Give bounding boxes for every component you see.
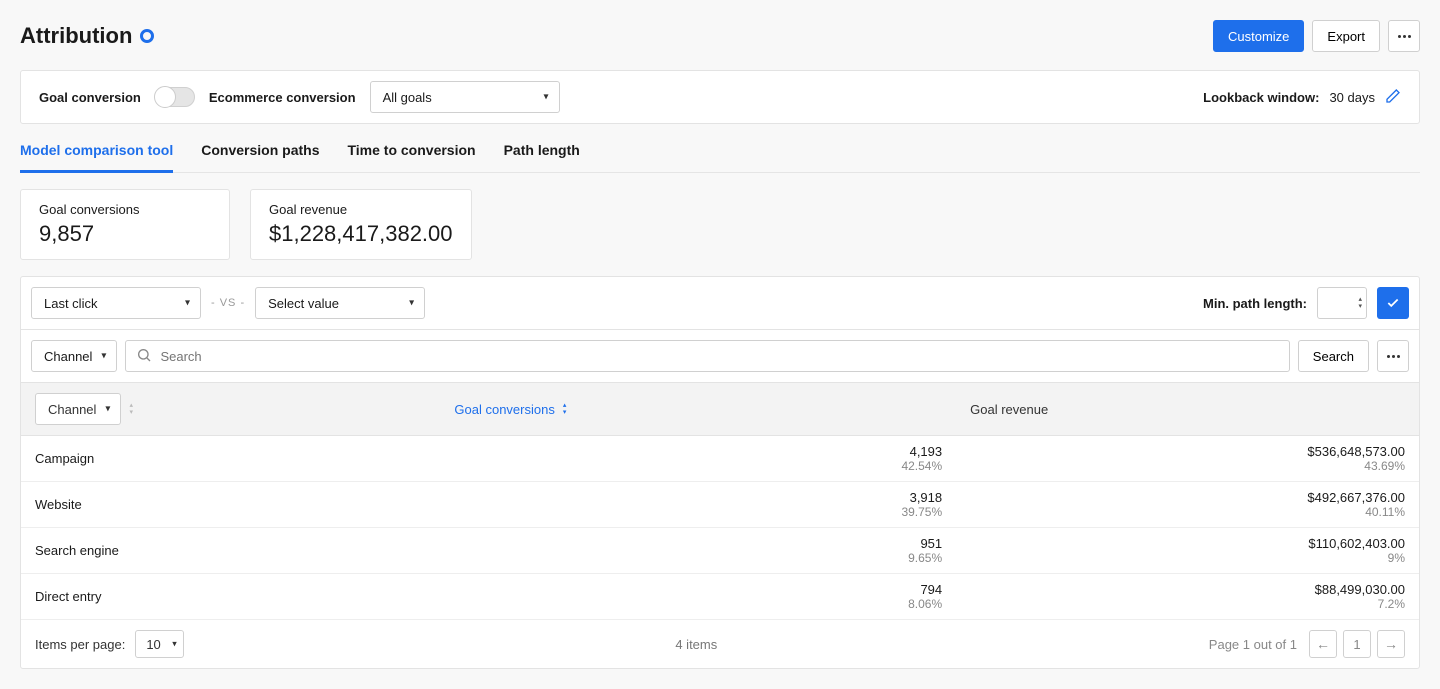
vs-separator: - VS - <box>211 297 245 309</box>
search-button[interactable]: Search <box>1298 340 1369 372</box>
cell-channel: Campaign <box>21 436 440 482</box>
kpi-label: Goal conversions <box>39 202 211 217</box>
sort-icon: ▴▾ <box>129 402 133 416</box>
beta-badge-icon <box>140 29 154 43</box>
more-options-button[interactable] <box>1388 20 1420 52</box>
cell-revenue: $492,667,376.0040.11% <box>956 482 1419 528</box>
tab-path-length[interactable]: Path length <box>504 142 580 172</box>
per-page-label: Items per page: <box>35 637 125 652</box>
model-b-value: Select value <box>268 296 339 311</box>
cell-revenue: $88,499,030.007.2% <box>956 574 1419 620</box>
col-label: Goal conversions <box>454 402 554 417</box>
cell-conversions: 4,19342.54% <box>440 436 956 482</box>
more-icon <box>1387 355 1400 358</box>
toggle-knob-icon <box>154 86 176 108</box>
goals-select[interactable]: All goals ▾ <box>370 81 560 113</box>
prev-page-button[interactable]: ← <box>1309 630 1337 658</box>
kpi-label: Goal revenue <box>269 202 453 217</box>
ecommerce-conversion-label: Ecommerce conversion <box>209 90 356 105</box>
page-header: Attribution Customize Export <box>20 20 1420 52</box>
kpi-value: $1,228,417,382.00 <box>269 221 453 247</box>
table-row: Website3,91839.75%$492,667,376.0040.11% <box>21 482 1419 528</box>
col-channel[interactable]: Channel ▾ ▴▾ <box>21 383 440 436</box>
lookback-label: Lookback window: <box>1203 90 1319 105</box>
kpi-row: Goal conversions 9,857 Goal revenue $1,2… <box>20 189 1420 260</box>
cell-channel: Search engine <box>21 528 440 574</box>
cell-channel: Website <box>21 482 440 528</box>
kpi-goal-conversions: Goal conversions 9,857 <box>20 189 230 260</box>
current-page: 1 <box>1343 630 1371 658</box>
cell-revenue: $536,648,573.0043.69% <box>956 436 1419 482</box>
table-row: Search engine9519.65%$110,602,403.009% <box>21 528 1419 574</box>
kpi-goal-revenue: Goal revenue $1,228,417,382.00 <box>250 189 472 260</box>
kpi-value: 9,857 <box>39 221 211 247</box>
tabs: Model comparison tool Conversion paths T… <box>20 142 1420 173</box>
cell-revenue: $110,602,403.009% <box>956 528 1419 574</box>
model-a-value: Last click <box>44 296 97 311</box>
tab-model-comparison[interactable]: Model comparison tool <box>20 142 173 173</box>
model-compare-row: Last click ▾ - VS - Select value ▾ Min. … <box>21 277 1419 330</box>
col-goal-revenue[interactable]: Goal revenue <box>956 383 1419 436</box>
table-row: Direct entry7948.06%$88,499,030.007.2% <box>21 574 1419 620</box>
goals-select-value: All goals <box>383 90 432 105</box>
tab-conversion-paths[interactable]: Conversion paths <box>201 142 319 172</box>
edit-lookback-icon[interactable] <box>1385 88 1401 107</box>
conversion-toggle[interactable] <box>155 87 195 107</box>
table-more-button[interactable] <box>1377 340 1409 372</box>
chevron-down-icon: ▾ <box>409 298 414 309</box>
cell-conversions: 7948.06% <box>440 574 956 620</box>
table-header-row: Channel ▾ ▴▾ Goal conversions ▴▾ Goal re… <box>21 383 1419 436</box>
col-label: Channel <box>48 402 96 417</box>
sort-icon: ▴▾ <box>563 402 567 416</box>
next-page-button[interactable]: → <box>1377 630 1405 658</box>
col-goal-conversions[interactable]: Goal conversions ▴▾ <box>440 383 956 436</box>
chevron-down-icon: ▾ <box>101 351 106 362</box>
attribution-table: Channel ▾ ▴▾ Goal conversions ▴▾ Goal re… <box>21 383 1419 620</box>
more-icon <box>1398 35 1411 38</box>
filter-row: Channel ▾ Search <box>21 330 1419 383</box>
min-path-label: Min. path length: <box>1203 296 1307 311</box>
min-path-input[interactable]: ▴▾ <box>1317 287 1367 319</box>
page-title: Attribution <box>20 23 132 49</box>
chevron-down-icon: ▾ <box>105 404 110 415</box>
customize-button[interactable]: Customize <box>1213 20 1304 52</box>
tab-time-to-conversion[interactable]: Time to conversion <box>347 142 475 172</box>
per-page-select[interactable]: 10 ▾ <box>135 630 183 658</box>
data-panel: Last click ▾ - VS - Select value ▾ Min. … <box>20 276 1420 669</box>
search-input[interactable] <box>160 349 1278 364</box>
dimension-select[interactable]: Channel ▾ <box>31 340 117 372</box>
lookback-value: 30 days <box>1329 90 1375 105</box>
model-a-select[interactable]: Last click ▾ <box>31 287 201 319</box>
chevron-down-icon: ▾ <box>172 639 177 650</box>
table-row: Campaign4,19342.54%$536,648,573.0043.69% <box>21 436 1419 482</box>
chevron-down-icon: ▾ <box>185 298 190 309</box>
page-info: Page 1 out of 1 <box>1209 637 1297 652</box>
stepper-icon: ▴▾ <box>1358 296 1362 310</box>
export-button[interactable]: Export <box>1312 20 1380 52</box>
chevron-down-icon: ▾ <box>544 92 549 103</box>
col-label: Goal revenue <box>970 402 1048 417</box>
channel-column-select[interactable]: Channel ▾ <box>35 393 121 425</box>
conversion-toolbar: Goal conversion Ecommerce conversion All… <box>20 70 1420 124</box>
per-page-value: 10 <box>146 637 160 652</box>
cell-conversions: 9519.65% <box>440 528 956 574</box>
apply-min-path-button[interactable] <box>1377 287 1409 319</box>
dimension-value: Channel <box>44 349 92 364</box>
items-count: 4 items <box>675 637 717 652</box>
cell-channel: Direct entry <box>21 574 440 620</box>
search-wrap <box>125 340 1289 372</box>
model-b-select[interactable]: Select value ▾ <box>255 287 425 319</box>
goal-conversion-label: Goal conversion <box>39 90 141 105</box>
search-icon <box>136 347 152 366</box>
cell-conversions: 3,91839.75% <box>440 482 956 528</box>
table-footer: Items per page: 10 ▾ 4 items Page 1 out … <box>21 620 1419 668</box>
